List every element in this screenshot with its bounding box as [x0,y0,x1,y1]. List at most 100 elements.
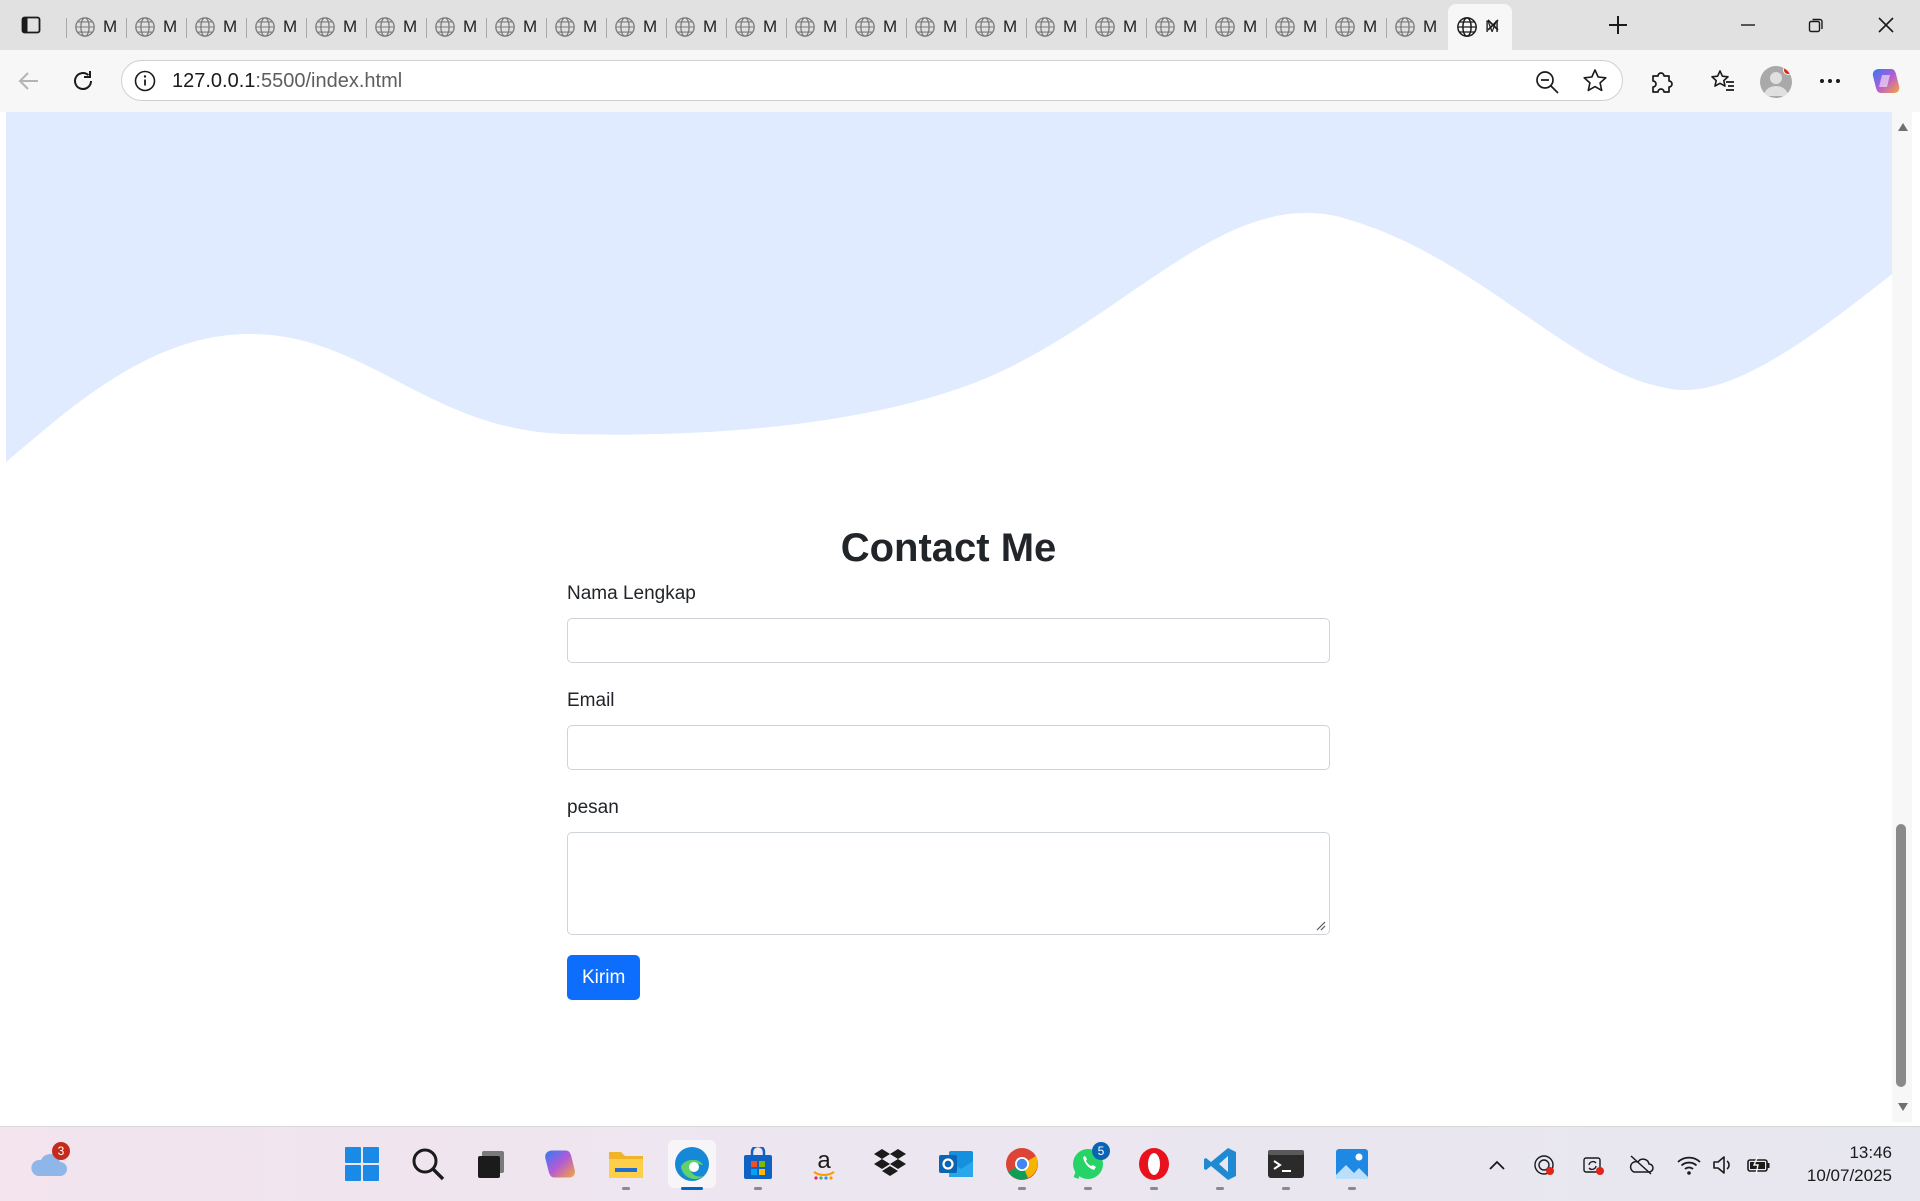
search-button[interactable] [404,1140,452,1188]
edge-app[interactable] [668,1140,716,1190]
browser-tab[interactable]: M [1386,8,1446,46]
scroll-up-arrow-icon[interactable] [1897,122,1909,132]
globe-icon [1095,17,1115,37]
running-indicator [1216,1187,1224,1190]
tab-title: M [163,17,177,36]
battery-tray-icon[interactable] [1746,1152,1772,1178]
contact-title: Contact Me [840,526,1057,570]
vscode-app[interactable] [1196,1140,1244,1190]
address-bar[interactable]: 127.0.0.1:5500/index.html [121,60,1623,101]
edge-browser-icon [675,1147,709,1181]
store-app[interactable] [734,1140,782,1190]
copilot-app[interactable] [536,1140,584,1188]
globe-icon [1155,17,1175,37]
browser-tab[interactable]: M [546,8,606,46]
close-window-button[interactable] [1856,6,1916,44]
opera-app[interactable] [1130,1140,1178,1190]
settings-more-button[interactable] [1812,63,1848,99]
site-info-button[interactable] [133,69,157,98]
tab-title: M [1423,17,1437,36]
browser-tab[interactable]: M [1266,8,1326,46]
recording-tray-icon[interactable] [1532,1152,1558,1178]
browser-tab[interactable]: M [726,8,786,46]
dropbox-app[interactable] [866,1140,914,1188]
browser-tab[interactable]: M [906,8,966,46]
weather-widget[interactable]: 3 [24,1140,72,1188]
tab-title: M [1303,17,1317,36]
sync-tray-icon[interactable] [1580,1152,1606,1178]
terminal-app[interactable] [1262,1140,1310,1190]
tab-actions-menu-button[interactable] [14,10,48,40]
chrome-app[interactable] [998,1140,1046,1190]
onedrive-tray-icon[interactable] [1628,1152,1654,1178]
globe-icon [915,17,935,37]
browser-tab[interactable]: M [366,8,426,46]
browser-tab-active[interactable]: M [1448,4,1512,50]
task-view-icon [478,1151,504,1178]
email-input[interactable] [567,725,1330,770]
globe-icon [855,17,875,37]
browser-tab[interactable]: M [126,8,186,46]
browser-tab[interactable]: M [1326,8,1386,46]
vertical-scrollbar[interactable] [1892,112,1912,1122]
profile-avatar[interactable] [1760,66,1792,98]
message-textarea[interactable] [567,832,1330,935]
restore-icon [1808,18,1823,33]
browser-tab[interactable]: M [246,8,306,46]
whatsapp-app[interactable]: 5 [1064,1140,1112,1190]
outlook-app[interactable] [932,1140,980,1188]
zoom-button[interactable] [1534,69,1560,100]
file-explorer-app[interactable] [602,1140,650,1190]
page-viewport: Contact Me Nama Lengkap Email pesan Kiri… [6,112,1892,1122]
browser-tab[interactable]: M [1026,8,1086,46]
wifi-icon [1677,1156,1701,1175]
running-indicator [1084,1187,1092,1190]
zoom-out-icon [1536,71,1559,94]
show-hidden-icons-button[interactable] [1484,1152,1510,1178]
reload-button[interactable] [65,63,101,99]
globe-icon [255,17,275,37]
clock[interactable]: 13:46 10/07/2025 [1807,1141,1892,1187]
browser-tab[interactable]: M [966,8,1026,46]
speaker-icon [1713,1156,1730,1174]
windows-logo-icon [345,1147,379,1181]
start-button[interactable] [338,1140,386,1188]
submit-button[interactable]: Kirim [567,955,641,1000]
browser-tab[interactable]: M [1206,8,1266,46]
tab-title: M [403,17,417,36]
tab-actions-icon [21,16,41,34]
browser-tab[interactable]: M [1146,8,1206,46]
amazon-app[interactable]: a [800,1140,848,1188]
add-favorite-button[interactable] [1582,68,1608,99]
browser-tab[interactable]: M [426,8,486,46]
browser-tab[interactable]: M [1086,8,1146,46]
resize-grip-icon[interactable] [1316,921,1326,931]
back-button[interactable] [11,63,47,99]
browser-tab[interactable]: M [786,8,846,46]
browser-tab[interactable]: M [186,8,246,46]
new-tab-button[interactable] [1602,10,1634,40]
task-view-button[interactable] [468,1140,516,1188]
extensions-button[interactable] [1643,63,1679,99]
restore-button[interactable] [1786,6,1846,44]
copilot-button[interactable] [1868,63,1904,99]
name-input[interactable] [567,618,1330,663]
browser-tab[interactable]: M [486,8,546,46]
wifi-tray-icon[interactable] [1676,1152,1702,1178]
browser-tab[interactable]: M [306,8,366,46]
scroll-down-arrow-icon[interactable] [1897,1102,1909,1112]
globe-icon [315,17,335,37]
browser-tab[interactable]: M [606,8,666,46]
browser-tab[interactable]: M [666,8,726,46]
volume-tray-icon[interactable] [1710,1152,1736,1178]
browser-tab[interactable]: M [846,8,906,46]
windows-taskbar: 3 a 5 13:46 10/07/2025 [0,1126,1920,1201]
url-text: 127.0.0.1:5500/index.html [172,70,402,93]
minimize-button[interactable] [1718,6,1778,44]
favorites-button[interactable] [1705,63,1741,99]
photos-app[interactable] [1328,1140,1376,1190]
scrollbar-thumb[interactable] [1896,824,1906,1087]
contact-section: Contact Me Nama Lengkap Email pesan Kiri… [567,522,1330,1000]
browser-tab[interactable]: M [66,8,126,46]
close-tab-icon[interactable] [1486,18,1500,32]
